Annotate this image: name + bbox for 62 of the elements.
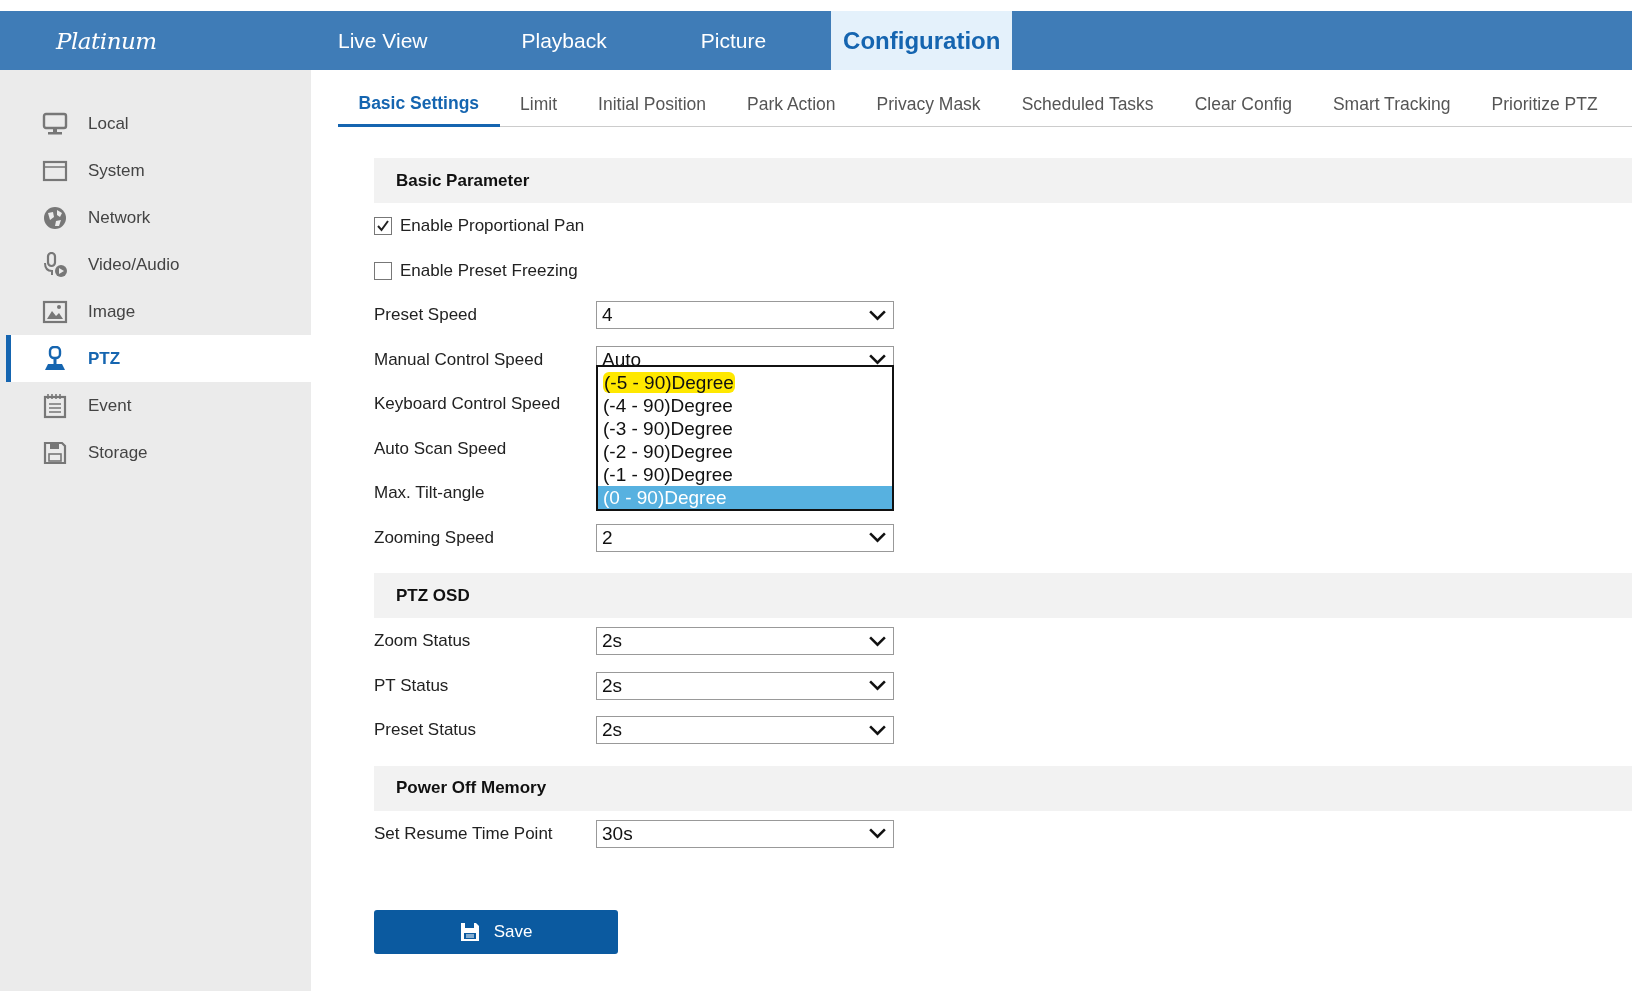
- field-label: Manual Control Speed: [374, 349, 545, 370]
- checkbox[interactable]: [374, 217, 392, 236]
- section-title: Basic Parameter: [396, 170, 530, 191]
- dropdown-field[interactable]: 2s: [596, 627, 894, 656]
- globe-icon: [42, 204, 68, 231]
- section-title: Power Off Memory: [396, 778, 547, 798]
- sidebar-item[interactable]: Local: [6, 100, 311, 147]
- sidebar-item[interactable]: Event: [6, 382, 311, 429]
- tab[interactable]: Smart Tracking: [1312, 82, 1472, 126]
- checkbox[interactable]: [374, 261, 392, 280]
- field-label: Auto Scan Speed: [374, 438, 508, 459]
- field-label: Zoom Status: [374, 631, 472, 652]
- dropdown-field[interactable]: 2: [596, 523, 894, 552]
- chevron-icon: [868, 634, 887, 648]
- tab[interactable]: Initial Position: [577, 82, 727, 126]
- chevron-icon: [868, 531, 887, 545]
- sidebar-item[interactable]: Image: [6, 288, 311, 335]
- field-label: Keyboard Control Speed: [374, 394, 562, 415]
- field-label: Set Resume Time Point: [374, 823, 554, 844]
- dropdown-option[interactable]: (-1 - 90)Degree: [598, 462, 892, 486]
- dropdown-field[interactable]: 4: [596, 301, 894, 330]
- sidebar-item[interactable]: PTZ: [6, 335, 311, 382]
- tab[interactable]: Limit: [499, 82, 578, 126]
- calendar-icon: [42, 392, 68, 419]
- tab[interactable]: Scheduled Tasks: [1001, 82, 1175, 126]
- nav-tab[interactable]: Live View: [311, 11, 455, 70]
- logo: Platinum: [56, 27, 157, 54]
- field-label: PT Status: [374, 675, 450, 696]
- nav-tab[interactable]: Picture: [673, 11, 794, 70]
- dropdown-option[interactable]: (-2 - 90)Degree: [598, 439, 892, 463]
- dropdown-field[interactable]: 2s: [596, 716, 894, 745]
- dropdown-option[interactable]: (-4 - 90)Degree: [598, 393, 892, 417]
- field-label: Max. Tilt-angle: [374, 483, 486, 504]
- chevron-icon: [868, 308, 887, 322]
- tab[interactable]: Privacy Mask: [856, 82, 1002, 126]
- chevron-icon: [868, 679, 887, 693]
- save-button[interactable]: Save: [374, 910, 618, 954]
- chevron-icon: [868, 827, 887, 841]
- sidebar-item[interactable]: Video/Audio: [6, 241, 311, 288]
- image-icon: [42, 298, 68, 325]
- dropdown-field[interactable]: 2s: [596, 671, 894, 700]
- tab[interactable]: Basic Settings: [338, 82, 500, 127]
- field-label: Preset Speed: [374, 305, 478, 326]
- checkbox-label: Enable Proportional Pan: [400, 216, 585, 237]
- sidebar-item[interactable]: System: [6, 147, 311, 194]
- tab[interactable]: Prioritize PTZ: [1471, 82, 1619, 126]
- dropdown-field[interactable]: 30s: [596, 819, 894, 848]
- monitor-icon: [42, 110, 68, 137]
- section-title: PTZ OSD: [396, 585, 470, 606]
- nav-tab[interactable]: Playback: [494, 11, 634, 70]
- field-label: Preset Status: [374, 720, 478, 741]
- field-label: Zooming Speed: [374, 527, 496, 548]
- chevron-icon: [868, 723, 887, 737]
- checkbox-label: Enable Preset Freezing: [400, 260, 578, 281]
- tab[interactable]: Clear Config: [1174, 82, 1313, 126]
- nav-tab[interactable]: Configuration: [831, 11, 1013, 70]
- dropdown-option[interactable]: (-3 - 90)Degree: [598, 416, 892, 440]
- tab[interactable]: Park Action: [726, 82, 857, 126]
- camera-user-icon: [42, 345, 68, 372]
- microphone-icon: [42, 251, 68, 278]
- sidebar-item[interactable]: Network: [6, 194, 311, 241]
- sidebar-item[interactable]: Storage: [6, 429, 311, 476]
